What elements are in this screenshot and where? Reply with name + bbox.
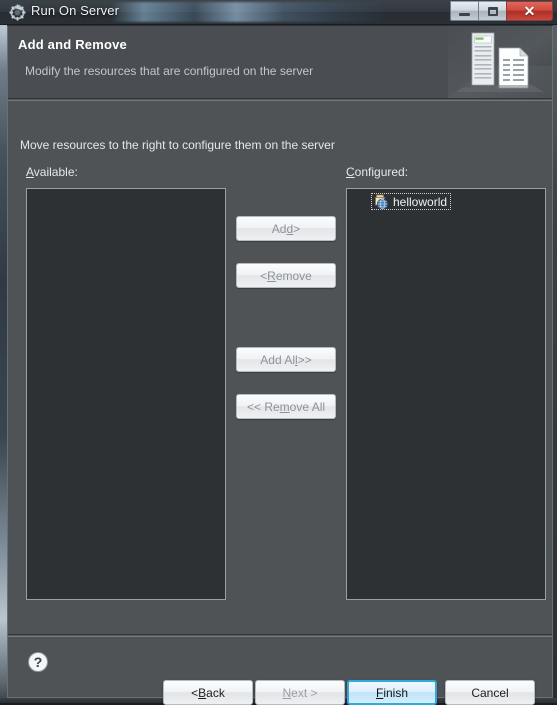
available-label-mnemonic: A (26, 165, 34, 179)
add-button-pre: Ad (271, 221, 287, 236)
configured-label: Configured: (346, 165, 408, 179)
close-button[interactable]: ✕ (506, 1, 553, 21)
header-separator (8, 98, 552, 101)
back-button[interactable]: < Back (163, 680, 253, 705)
window-title: Run On Server (31, 3, 120, 18)
available-resources-list[interactable] (26, 188, 226, 600)
back-button-mnemonic: B (198, 685, 207, 700)
cancel-button-label: Cancel (471, 685, 509, 700)
instruction-text: Move resources to the right to configure… (20, 138, 335, 152)
available-label: Available: (26, 165, 78, 179)
wizard-page-title: Add and Remove (18, 37, 127, 52)
add-all-button-pre: Add Al (260, 352, 295, 367)
help-question-icon[interactable]: ? (27, 651, 49, 673)
add-all-button-post: >> (297, 352, 312, 367)
title-bar: Run On Server ✕ (0, 0, 557, 25)
window-right-border (553, 0, 557, 703)
minimize-button[interactable] (450, 1, 479, 21)
close-icon: ✕ (523, 3, 536, 19)
gear-icon (9, 4, 26, 21)
finish-button-post: inish (383, 685, 409, 700)
configured-resources-list[interactable]: helloworld (346, 188, 546, 600)
cancel-button[interactable]: Cancel (445, 680, 535, 705)
run-on-server-window: Run On Server ✕ Add and Remove Modify th… (0, 0, 557, 705)
footer-separator (8, 634, 552, 637)
maximize-icon (487, 6, 498, 16)
list-item-label: helloworld (393, 194, 448, 209)
dialog-body: Add and Remove Modify the resources that… (7, 26, 553, 705)
back-button-post: ack (206, 685, 225, 700)
remove-all-button-pre: << Re (246, 399, 280, 414)
web-module-icon (373, 194, 389, 210)
title-bar-sheen (110, 2, 390, 22)
back-button-pre: < (191, 685, 199, 700)
wizard-header: Add and Remove Modify the resources that… (8, 26, 552, 98)
add-button-mnemonic: d (286, 221, 294, 236)
remove-all-button-post: ove All (289, 399, 326, 414)
wizard-page-description: Modify the resources that are configured… (25, 64, 314, 78)
next-button[interactable]: Next > (255, 680, 345, 705)
minimize-icon (459, 13, 470, 16)
list-item[interactable]: helloworld (371, 193, 452, 210)
remove-button-mnemonic: R (267, 268, 276, 283)
add-button-post: > (293, 221, 301, 236)
svg-text:?: ? (34, 654, 43, 670)
finish-button[interactable]: Finish (347, 680, 437, 705)
maximize-button[interactable] (478, 1, 507, 21)
remove-button-post: emove (275, 268, 312, 283)
window-left-border (0, 0, 7, 703)
next-button-mnemonic: N (282, 685, 292, 700)
remove-all-button-mnemonic: m (279, 399, 290, 414)
finish-button-mnemonic: F (375, 685, 384, 700)
available-label-rest: vailable: (33, 165, 78, 179)
configured-label-rest: onfigured: (354, 165, 409, 179)
next-button-post: ext > (291, 685, 318, 700)
remove-button[interactable]: < Remove (236, 263, 336, 288)
remove-all-button[interactable]: << Re m ove All (236, 394, 336, 419)
add-all-button[interactable]: Add Al l >> (236, 347, 336, 372)
configured-label-mnemonic: C (346, 165, 355, 179)
window-controls: ✕ (450, 1, 553, 21)
remove-button-pre: < (260, 268, 268, 283)
server-and-document-icon (448, 26, 552, 98)
add-button[interactable]: Ad d > (236, 216, 336, 241)
